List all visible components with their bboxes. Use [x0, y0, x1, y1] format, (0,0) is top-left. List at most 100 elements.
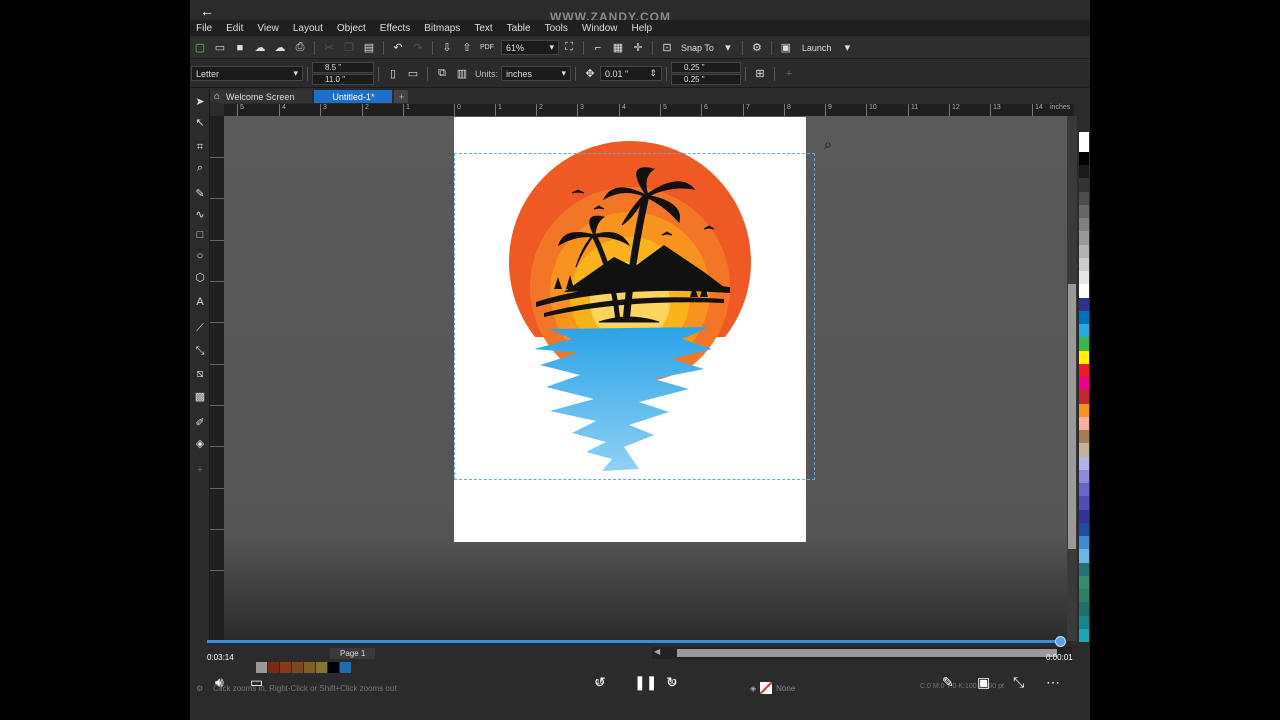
color-swatch[interactable]	[1079, 165, 1089, 179]
portrait-icon[interactable]: ▯	[385, 66, 401, 82]
color-swatch[interactable]	[1079, 536, 1089, 550]
add-tab-icon[interactable]: +	[394, 90, 409, 103]
color-swatch[interactable]	[1079, 178, 1089, 192]
transparency-tool-icon[interactable]: ⧅	[193, 367, 207, 381]
mesh-fill-icon[interactable]: ▩	[193, 389, 207, 403]
text-tool-icon[interactable]: A	[193, 295, 207, 309]
redo-icon[interactable]: ↷	[410, 40, 426, 56]
units-dropdown[interactable]: inches ▾	[501, 66, 572, 81]
color-swatch[interactable]	[1079, 615, 1089, 629]
exit-fullscreen-icon[interactable]: ⤡	[1013, 674, 1024, 691]
save-icon[interactable]: ■	[232, 40, 248, 56]
color-swatch[interactable]	[1079, 350, 1089, 364]
color-swatch[interactable]	[1079, 549, 1089, 563]
full-screen-icon[interactable]: ⛶	[561, 40, 577, 56]
color-swatch[interactable]	[1079, 231, 1089, 245]
rectangle-tool-icon[interactable]: □	[193, 228, 207, 242]
color-swatch[interactable]	[1079, 191, 1089, 205]
export-icon[interactable]: ⇧	[459, 40, 475, 56]
menu-bitmaps[interactable]: Bitmaps	[418, 23, 468, 34]
color-swatch[interactable]	[1079, 403, 1089, 417]
tab-welcome-screen[interactable]: ⌂ Welcome Screen	[210, 90, 313, 103]
dimension-tool-icon[interactable]: ⟋	[193, 321, 207, 335]
cloud-upload-icon[interactable]: ☁	[272, 40, 288, 56]
rewind-button[interactable]: ↺ 10	[594, 674, 606, 691]
color-swatch[interactable]	[1079, 310, 1089, 325]
color-swatch[interactable]	[1079, 469, 1089, 484]
menu-table[interactable]: Table	[501, 23, 539, 34]
scrollbar-thumb[interactable]	[677, 649, 1057, 657]
color-swatch[interactable]	[1079, 244, 1089, 258]
ellipse-tool-icon[interactable]: ○	[193, 249, 207, 263]
eyedropper-icon[interactable]: ✐	[193, 415, 207, 429]
nudge-distance-field[interactable]: 0.01 " ⇕	[600, 66, 663, 81]
page-width-field[interactable]: 8.5 "	[312, 62, 374, 73]
pause-button[interactable]: ❚❚	[634, 674, 657, 691]
all-pages-icon[interactable]: ⧉	[434, 66, 450, 82]
color-swatch[interactable]	[1079, 456, 1089, 470]
menu-edit[interactable]: Edit	[220, 23, 251, 34]
color-swatch[interactable]	[1079, 271, 1089, 285]
menu-view[interactable]: View	[251, 23, 287, 34]
color-swatch[interactable]	[340, 662, 351, 673]
vertical-scrollbar[interactable]	[1067, 116, 1077, 641]
color-swatch[interactable]	[292, 662, 303, 673]
menu-tools[interactable]: Tools	[539, 23, 576, 34]
color-swatch[interactable]	[328, 662, 339, 673]
color-swatch[interactable]	[1079, 363, 1089, 378]
drawing-canvas[interactable]: ⌕	[224, 116, 1067, 641]
color-swatch[interactable]	[1079, 337, 1089, 351]
color-swatch[interactable]	[1079, 430, 1089, 444]
color-swatch[interactable]	[1079, 297, 1089, 311]
page-height-field[interactable]: 11.0 "	[312, 74, 374, 85]
menu-window[interactable]: Window	[576, 23, 626, 34]
color-swatch[interactable]	[1079, 151, 1089, 166]
page-tab[interactable]: Page 1	[330, 647, 376, 659]
volume-icon[interactable]: 🔊︎	[215, 674, 224, 691]
launch-button[interactable]: Launch	[802, 43, 832, 53]
color-swatch[interactable]	[1079, 575, 1089, 590]
menu-file[interactable]: File	[190, 23, 220, 34]
guidelines-icon[interactable]: ✛	[630, 40, 646, 56]
new-document-icon[interactable]: ▢	[192, 40, 208, 56]
menu-effects[interactable]: Effects	[374, 23, 418, 34]
color-swatch[interactable]	[1079, 324, 1089, 338]
cut-icon[interactable]: ✂	[321, 40, 337, 56]
color-swatch[interactable]	[1079, 204, 1089, 219]
rulers-icon[interactable]: ⌐	[590, 40, 606, 56]
color-swatch[interactable]	[1079, 416, 1089, 431]
color-palette[interactable]	[1079, 132, 1089, 643]
miniplayer-icon[interactable]: ▣	[977, 674, 990, 691]
crop-tool-icon[interactable]: ⌗	[193, 140, 207, 154]
color-swatch[interactable]	[1079, 562, 1089, 576]
menu-text[interactable]: Text	[468, 23, 500, 34]
freehand-tool-icon[interactable]: ✎	[193, 186, 207, 200]
import-icon[interactable]: ⇩	[439, 40, 455, 56]
duplicate-y-field[interactable]: 0.25 "	[671, 74, 742, 85]
color-swatch[interactable]	[268, 662, 279, 673]
shape-tool-icon[interactable]: ↖	[193, 115, 207, 129]
horizontal-scrollbar[interactable]: ◀	[652, 647, 1072, 659]
scroll-left-icon[interactable]: ◀	[654, 647, 660, 656]
color-swatch[interactable]	[1079, 496, 1089, 510]
color-swatch[interactable]	[1079, 483, 1089, 497]
color-swatch[interactable]	[1079, 509, 1089, 523]
fill-tool-icon[interactable]: ◈	[193, 436, 207, 450]
pick-tool-icon[interactable]: ➤	[193, 94, 207, 108]
edit-pencil-icon[interactable]: ✎	[942, 674, 954, 691]
page-frame-icon[interactable]: ⊞	[752, 66, 768, 82]
current-page-icon[interactable]: ▥	[454, 66, 470, 82]
zoom-level-dropdown[interactable]: 61% ▾	[501, 40, 559, 55]
artistic-media-icon[interactable]: ∿	[193, 207, 207, 221]
paste-icon[interactable]: ▤	[361, 40, 377, 56]
polygon-tool-icon[interactable]: ⬡	[193, 270, 207, 284]
no-color-swatch[interactable]	[1079, 132, 1089, 152]
color-swatch[interactable]	[1079, 377, 1089, 391]
color-swatch[interactable]	[1079, 628, 1089, 643]
print-icon[interactable]: ⎙	[292, 40, 308, 56]
color-swatch[interactable]	[1079, 522, 1089, 537]
captions-icon[interactable]: ▭	[250, 674, 263, 691]
plus-icon[interactable]: +	[781, 66, 797, 82]
more-options-icon[interactable]: ⋯	[1046, 674, 1060, 691]
color-swatch[interactable]	[1079, 443, 1089, 457]
